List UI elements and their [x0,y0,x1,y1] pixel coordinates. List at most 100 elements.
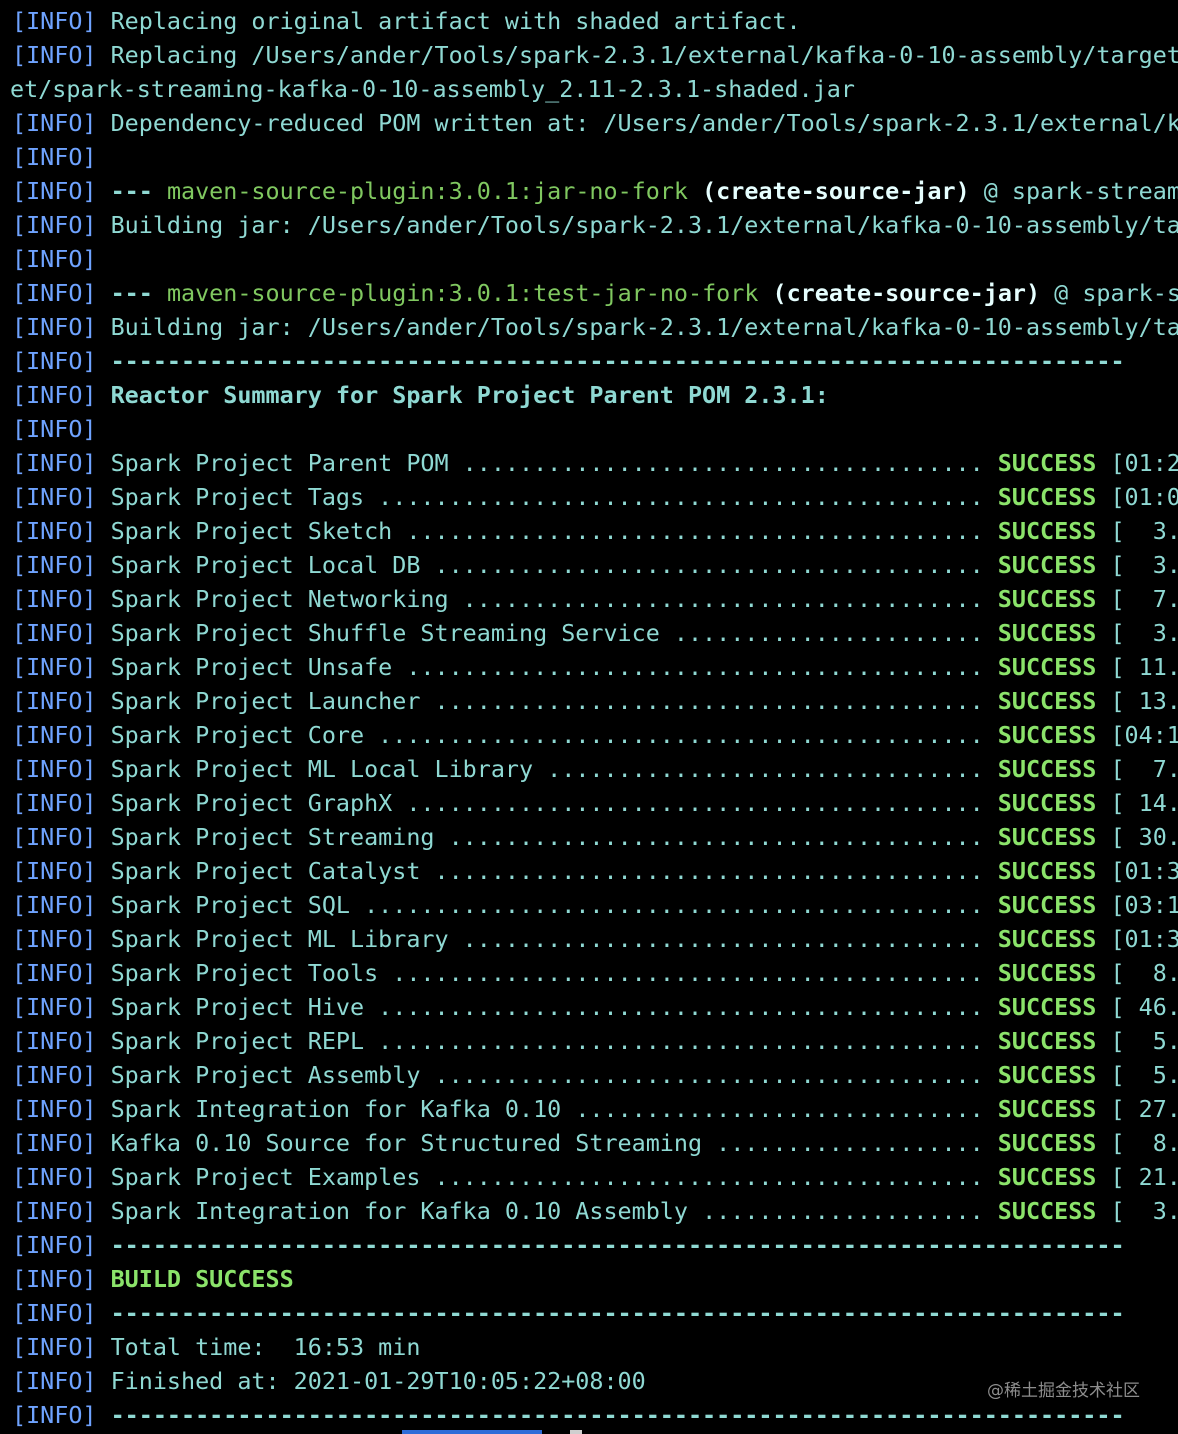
dot-leader: ........................................… [350,891,998,919]
module-name: Spark Project Networking [110,585,449,613]
terminal-line: [INFO] Reactor Summary for Spark Project… [12,378,829,412]
watermark: @稀土掘金技术社区 [987,1381,1140,1401]
dot-leader: ....................................... [420,857,998,885]
module-status: SUCCESS [997,891,1097,919]
info-tag: [INFO] [12,7,97,35]
terminal-line: [INFO] Spark Project Hive ..............… [12,990,1178,1024]
module-time: [04:18 min] [1110,721,1178,749]
dot-leader: ........................................… [364,993,998,1021]
line-text: Finished at: 2021-01-29T10:05:22+08:00 [110,1367,646,1395]
info-tag: [INFO] [12,755,97,783]
terminal-line: [INFO] Spark Project Streaming .........… [12,820,1178,854]
module-time: [ 27.036 s] [1110,1095,1178,1123]
info-tag: [INFO] [12,109,97,137]
terminal-line: [INFO] Finished at: 2021-01-29T10:05:22+… [12,1364,646,1398]
module-name: Spark Project Unsafe [110,653,393,681]
module-status: SUCCESS [997,823,1097,851]
terminal-line: [INFO] ---------------------------------… [12,1228,1125,1262]
plugin-goal: (create-source-jar) [702,177,970,205]
info-tag: [INFO] [12,789,97,817]
info-tag: [INFO] [12,823,97,851]
info-tag: [INFO] [12,721,97,749]
module-name: Spark Project Tags [110,483,365,511]
module-status: SUCCESS [997,925,1097,953]
info-tag: [INFO] [12,993,97,1021]
module-name: Spark Project GraphX [110,789,393,817]
dot-leader: ..................................... [448,585,998,613]
dot-leader: ........................................… [392,517,998,545]
info-tag: [INFO] [12,1367,97,1395]
module-name: Spark Integration for Kafka 0.10 Assembl… [110,1197,688,1225]
module-name: Spark Project ML Library [110,925,449,953]
module-name: Spark Project Parent POM [110,449,449,477]
info-tag: [INFO] [12,483,97,511]
dot-leader: ................... [702,1129,998,1157]
module-time: [ 30.153 s] [1110,823,1178,851]
terminal-line: [INFO] ---------------------------------… [12,1398,1125,1432]
line-text: Replacing original artifact with shaded … [110,7,801,35]
terminal-line: [INFO] [12,242,111,276]
line-text: Dependency-reduced POM written at: /User… [110,109,1178,137]
line-text: Total time: 16:53 min [110,1333,421,1361]
info-tag: [INFO] [12,211,97,239]
scrollbar-indicator[interactable] [402,1430,542,1434]
terminal-line: [INFO] --- maven-source-plugin:3.0.1:tes… [12,276,1178,310]
info-tag: [INFO] [12,1265,97,1293]
module-status: SUCCESS [997,959,1097,987]
module-status: SUCCESS [997,517,1097,545]
build-status: BUILD SUCCESS [110,1265,294,1293]
module-name: Spark Project Launcher [110,687,421,715]
module-time: [01:38 min] [1110,925,1178,953]
info-tag: [INFO] [12,1231,97,1259]
dot-leader: .................... [687,1197,998,1225]
module-status: SUCCESS [997,449,1097,477]
info-tag: [INFO] [12,1333,97,1361]
terminal-line: [INFO] Spark Integration for Kafka 0.10 … [12,1194,1178,1228]
module-time: [ 13.991 s] [1110,687,1178,715]
module-status: SUCCESS [997,993,1097,1021]
separator-rule: ----------------------------------------… [110,347,1125,375]
info-tag: [INFO] [12,41,97,69]
module-status: SUCCESS [997,585,1097,613]
terminal-line: [INFO] Spark Project Tools .............… [12,956,1178,990]
terminal-line: [INFO] Spark Project Tags ..............… [12,480,1178,514]
module-status: SUCCESS [997,1095,1097,1123]
info-tag: [INFO] [12,925,97,953]
terminal-line: [INFO] Spark Project Unsafe ............… [12,650,1178,684]
module-status: SUCCESS [997,1061,1097,1089]
dot-leader: ........................................… [364,1027,998,1055]
dot-leader: ........................................… [392,653,998,681]
info-tag: [INFO] [12,1163,97,1191]
module-time: [ 3.758 s] [1110,517,1178,545]
info-tag: [INFO] [12,1027,97,1055]
module-status: SUCCESS [997,551,1097,579]
module-name: Spark Project Catalyst [110,857,421,885]
module-name: Spark Project Local DB [110,551,421,579]
terminal-output[interactable]: [INFO] Replacing original artifact with … [0,0,1178,1434]
module-name: Spark Project SQL [110,891,350,919]
info-tag: [INFO] [12,279,97,307]
text-cursor [570,1430,582,1434]
info-tag: [INFO] [12,1401,97,1429]
terminal-line: [INFO] Spark Project GraphX ............… [12,786,1178,820]
info-tag: [INFO] [12,1095,97,1123]
module-time: [01:30 min] [1110,857,1178,885]
separator-rule: ----------------------------------------… [110,1401,1125,1429]
terminal-line: [INFO] Spark Project Local DB ..........… [12,548,1178,582]
info-tag: [INFO] [12,381,97,409]
module-status: SUCCESS [997,1129,1097,1157]
module-time: [03:16 min] [1110,891,1178,919]
module-name: Spark Project Examples [110,1163,421,1191]
dot-leader: ........................................… [364,721,998,749]
info-tag: [INFO] [12,347,97,375]
terminal-line: [INFO] Building jar: /Users/ander/Tools/… [12,208,1178,242]
plugin-artifact: @ spark-streaming-kafka-0-10-assembly_2.… [983,177,1178,205]
info-tag: [INFO] [12,449,97,477]
dot-leader: ........................................… [392,789,998,817]
module-status: SUCCESS [997,483,1097,511]
module-name: Spark Project Tools [110,959,379,987]
module-status: SUCCESS [997,755,1097,783]
line-text: Building jar: /Users/ander/Tools/spark-2… [110,211,1178,239]
info-tag: [INFO] [12,653,97,681]
module-time: [ 8.206 s] [1110,959,1178,987]
